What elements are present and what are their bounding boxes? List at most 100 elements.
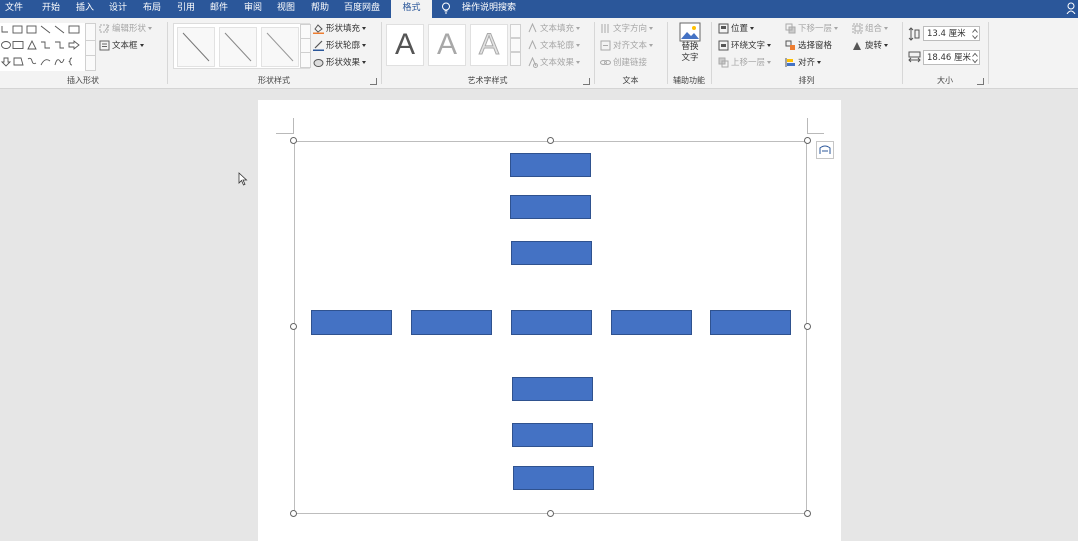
group-wordart-styles: A A A 文本填充 文本轮廓 文本效果 艺术字样式 — [382, 18, 593, 88]
resize-handle-top-left[interactable] — [290, 137, 297, 144]
blue-rectangle[interactable] — [511, 310, 592, 335]
tab-insert[interactable]: 插入 — [76, 0, 94, 18]
create-link-label: 创建链接 — [613, 58, 648, 68]
accessibility-group-label: 辅助功能 — [673, 76, 705, 85]
blue-rectangle[interactable] — [710, 310, 791, 335]
blue-rectangle[interactable] — [512, 377, 593, 401]
user-icon[interactable] — [1066, 2, 1076, 14]
tab-layout[interactable]: 布局 — [143, 0, 161, 18]
shape-style-gallery — [173, 23, 311, 69]
send-backward-label: 下移一层 — [798, 24, 833, 34]
shape-outline-button[interactable]: 形状轮廓 — [313, 39, 367, 53]
shape-style-1[interactable] — [177, 27, 215, 67]
tab-view[interactable]: 视图 — [277, 0, 295, 18]
height-input[interactable]: 13.4 厘米 — [923, 26, 980, 41]
alt-text-button[interactable]: 替换 文字 — [675, 22, 705, 70]
wordart-scroll-up[interactable] — [510, 24, 521, 38]
align-button[interactable]: 对齐 — [785, 56, 822, 70]
rotate-button[interactable]: 旋转 — [852, 39, 889, 53]
group-button[interactable]: 组合 — [852, 22, 889, 36]
elbow-line-icon — [41, 41, 50, 49]
align-text-icon — [600, 40, 611, 51]
text-direction-button[interactable]: 文字方向 — [600, 22, 654, 36]
bring-forward-button[interactable]: 上移一层 — [718, 56, 772, 70]
shape-styles-launcher[interactable] — [370, 78, 377, 85]
wordart-style-1[interactable]: A — [386, 24, 424, 66]
blue-rectangle[interactable] — [311, 310, 392, 335]
layout-options-button[interactable] — [816, 141, 834, 159]
wordart-styles-group-label: 艺术字样式 — [467, 76, 508, 85]
blue-rectangle[interactable] — [611, 310, 692, 335]
wordart-style-3[interactable]: A — [470, 24, 508, 66]
text-effects-button[interactable]: 文本效果 — [527, 56, 581, 70]
tab-baidu-netdisk[interactable]: 百度网盘 — [344, 0, 380, 18]
shape-style-3[interactable] — [261, 27, 299, 67]
insert-shapes-group-label: 插入形状 — [67, 76, 99, 85]
tab-mailings[interactable]: 邮件 — [210, 0, 228, 18]
width-spinner-icon[interactable] — [972, 52, 978, 64]
blue-rectangle[interactable] — [411, 310, 492, 335]
text-fill-button[interactable]: 文本填充 — [527, 22, 581, 36]
wordart-styles-launcher[interactable] — [583, 78, 590, 85]
shape-effects-button[interactable]: 形状效果 — [313, 56, 367, 70]
tab-home[interactable]: 开始 — [42, 0, 60, 18]
size-launcher[interactable] — [977, 78, 984, 85]
resize-handle-bottom[interactable] — [547, 510, 554, 517]
edit-shape-label: 编辑形状 — [112, 24, 147, 34]
gallery-scroll-up[interactable] — [85, 23, 96, 41]
blue-rectangle[interactable] — [511, 241, 592, 265]
style-more[interactable] — [300, 52, 311, 68]
text-outline-button[interactable]: 文本轮廓 — [527, 39, 581, 53]
brace-icon — [68, 57, 73, 66]
send-backward-button[interactable]: 下移一层 — [785, 22, 839, 36]
height-spinner-icon[interactable] — [972, 28, 978, 40]
bring-forward-label: 上移一层 — [731, 58, 766, 68]
arc-icon — [40, 59, 51, 66]
resize-handle-left[interactable] — [290, 323, 297, 330]
elbow-arrow-icon — [55, 41, 64, 49]
gallery-more[interactable] — [85, 55, 96, 71]
align-icon — [785, 58, 795, 67]
align-text-button[interactable]: 对齐文本 — [600, 39, 654, 53]
position-button[interactable]: 位置 — [718, 22, 755, 36]
shape-style-2[interactable] — [219, 27, 257, 67]
tab-format[interactable]: 格式 — [391, 0, 432, 18]
resize-handle-bottom-right[interactable] — [804, 510, 811, 517]
gallery-scroll-down[interactable] — [85, 40, 96, 56]
selection-pane-button[interactable]: 选择窗格 — [785, 39, 832, 53]
edit-shape-button[interactable]: 编辑形状 — [99, 22, 153, 36]
tell-me-search[interactable]: 操作说明搜索 — [462, 0, 516, 18]
text-outline-label: 文本轮廓 — [540, 41, 575, 51]
text-box-button[interactable]: 文本框 — [99, 39, 144, 53]
blue-rectangle[interactable] — [510, 195, 591, 219]
layout-options-icon — [819, 145, 831, 154]
shape-fill-button[interactable]: 形状填充 — [313, 22, 367, 36]
text-effects-label: 文本效果 — [540, 58, 575, 68]
tab-help[interactable]: 帮助 — [311, 0, 329, 18]
resize-handle-top[interactable] — [547, 137, 554, 144]
resize-handle-top-right[interactable] — [804, 137, 811, 144]
tab-file[interactable]: 文件 — [5, 0, 23, 18]
flowchart-icon — [13, 57, 24, 66]
width-input[interactable]: 18.46 厘米 — [923, 50, 980, 65]
height-value: 13.4 厘米 — [927, 29, 966, 39]
resize-handle-right[interactable] — [804, 323, 811, 330]
style-scroll-down[interactable] — [300, 38, 311, 53]
alt-text-icon — [679, 22, 701, 42]
tab-design[interactable]: 设计 — [109, 0, 127, 18]
blue-rectangle[interactable] — [510, 153, 591, 177]
tab-review[interactable]: 审阅 — [244, 0, 262, 18]
shape-gallery[interactable] — [0, 23, 96, 71]
shape-fill-label: 形状填充 — [326, 24, 361, 34]
wordart-style-2[interactable]: A — [428, 24, 466, 66]
resize-handle-bottom-left[interactable] — [290, 510, 297, 517]
wordart-more[interactable] — [510, 52, 521, 66]
blue-rectangle[interactable] — [513, 466, 594, 490]
create-link-button[interactable]: 创建链接 — [600, 56, 647, 70]
freeform-icon — [54, 58, 65, 66]
style-scroll-up[interactable] — [300, 24, 311, 39]
tab-references[interactable]: 引用 — [177, 0, 195, 18]
wrap-text-button[interactable]: 环绕文字 — [718, 39, 772, 53]
blue-rectangle[interactable] — [512, 423, 593, 447]
wordart-scroll-down[interactable] — [510, 38, 521, 52]
